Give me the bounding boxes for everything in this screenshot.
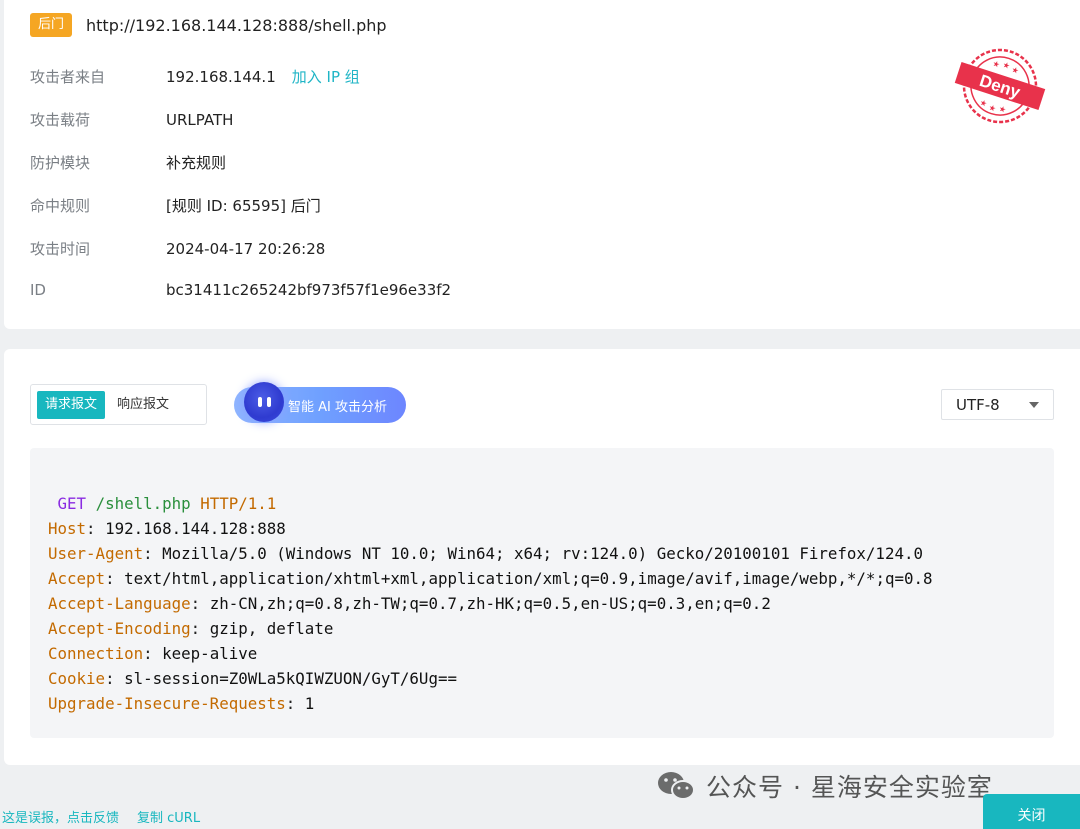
header-line: User-Agent: Mozilla/5.0 (Windows NT 10.0… — [48, 544, 923, 563]
info-row-time: 攻击时间 2024-04-17 20:26:28 — [30, 238, 325, 259]
info-row-payload: 攻击载荷 URLPATH — [30, 109, 233, 130]
info-row-rule: 命中规则 [规则 ID: 65595] 后门 — [30, 195, 321, 216]
attack-type-tag: 后门 — [30, 13, 73, 37]
request-message-box: GET /shell.php HTTP/1.1 Host: 192.168.144… — [30, 448, 1054, 738]
info-row-source: 攻击者来自 192.168.144.1 加入 IP 组 — [30, 66, 360, 87]
header-line: Accept: text/html,application/xhtml+xml,… — [48, 569, 933, 588]
report-false-positive-link[interactable]: 这是误报，点击反馈 — [2, 807, 119, 826]
ai-robot-icon — [244, 382, 284, 422]
copy-curl-link[interactable]: 复制 cURL — [137, 807, 200, 826]
watermark-text: 公众号 · 星海安全实验室 — [706, 773, 993, 802]
event-title-row: 后门 http://192.168.144.128:888/shell.php — [30, 13, 387, 37]
header-line: Upgrade-Insecure-Requests: 1 — [48, 694, 315, 713]
tab-request[interactable]: 请求报文 — [37, 390, 106, 419]
info-row-id: ID bc31411c265242bf973f57f1e96e33f2 — [30, 281, 451, 299]
info-label: ID — [30, 281, 46, 299]
svg-text:★: ★ — [1001, 60, 1011, 71]
info-value: URLPATH — [166, 110, 234, 129]
info-label: 防护模块 — [30, 154, 91, 172]
encoding-select[interactable]: UTF-8 — [941, 389, 1054, 420]
ai-analysis-label: 智能 AI 攻击分析 — [288, 399, 387, 415]
svg-text:★: ★ — [998, 104, 1008, 115]
event-info-card: 后门 http://192.168.144.128:888/shell.php … — [4, 0, 1080, 329]
message-tabs: 请求报文 响应报文 — [30, 384, 207, 425]
request-line: GET /shell.php HTTP/1.1 — [57, 494, 277, 513]
header-line: Cookie: sl-session=Z0WLa5kQIWZUON/GyT/6U… — [48, 669, 457, 688]
info-value: [规则 ID: 65595] 后门 — [166, 197, 321, 215]
footer-links: 这是误报，点击反馈 复制 cURL — [2, 807, 200, 826]
deny-stamp-icon: Deny ★ ★ ★ ★ ★ ★ — [954, 48, 1046, 124]
svg-text:★: ★ — [988, 103, 998, 114]
encoding-value: UTF-8 — [956, 395, 1000, 414]
info-value: 2024-04-17 20:26:28 — [166, 239, 326, 258]
header-line: Connection: keep-alive — [48, 644, 258, 663]
wechat-icon — [658, 772, 695, 800]
chevron-down-icon — [1029, 401, 1039, 408]
info-row-module: 防护模块 补充规则 — [30, 152, 226, 173]
ai-analysis-button[interactable]: 智能 AI 攻击分析 — [234, 382, 406, 423]
header-line: Accept-Encoding: gzip, deflate — [48, 619, 334, 638]
info-value: 补充规则 — [166, 154, 227, 172]
info-label: 攻击者来自 — [30, 68, 106, 86]
header-line: Host: 192.168.144.128:888 — [48, 519, 286, 538]
info-value: bc31411c265242bf973f57f1e96e33f2 — [166, 281, 452, 299]
svg-text:★: ★ — [1010, 65, 1020, 76]
add-to-ip-group-link[interactable]: 加入 IP 组 — [292, 66, 360, 87]
info-label: 攻击时间 — [30, 240, 91, 258]
info-label: 命中规则 — [30, 197, 91, 215]
close-button[interactable]: 关闭 — [983, 794, 1080, 829]
watermark: 公众号 · 星海安全实验室 — [656, 768, 993, 804]
info-label: 攻击载荷 — [30, 111, 91, 129]
attacker-ip: 192.168.144.1 — [166, 67, 276, 86]
svg-text:★: ★ — [991, 59, 1001, 70]
tab-response[interactable]: 响应报文 — [109, 391, 177, 419]
header-line: Accept-Language: zh-CN,zh;q=0.8,zh-TW;q=… — [48, 594, 771, 613]
attack-url: http://192.168.144.128:888/shell.php — [86, 15, 387, 35]
message-card: 请求报文 响应报文 智能 AI 攻击分析 UTF-8 GET /shell.ph… — [4, 349, 1080, 765]
